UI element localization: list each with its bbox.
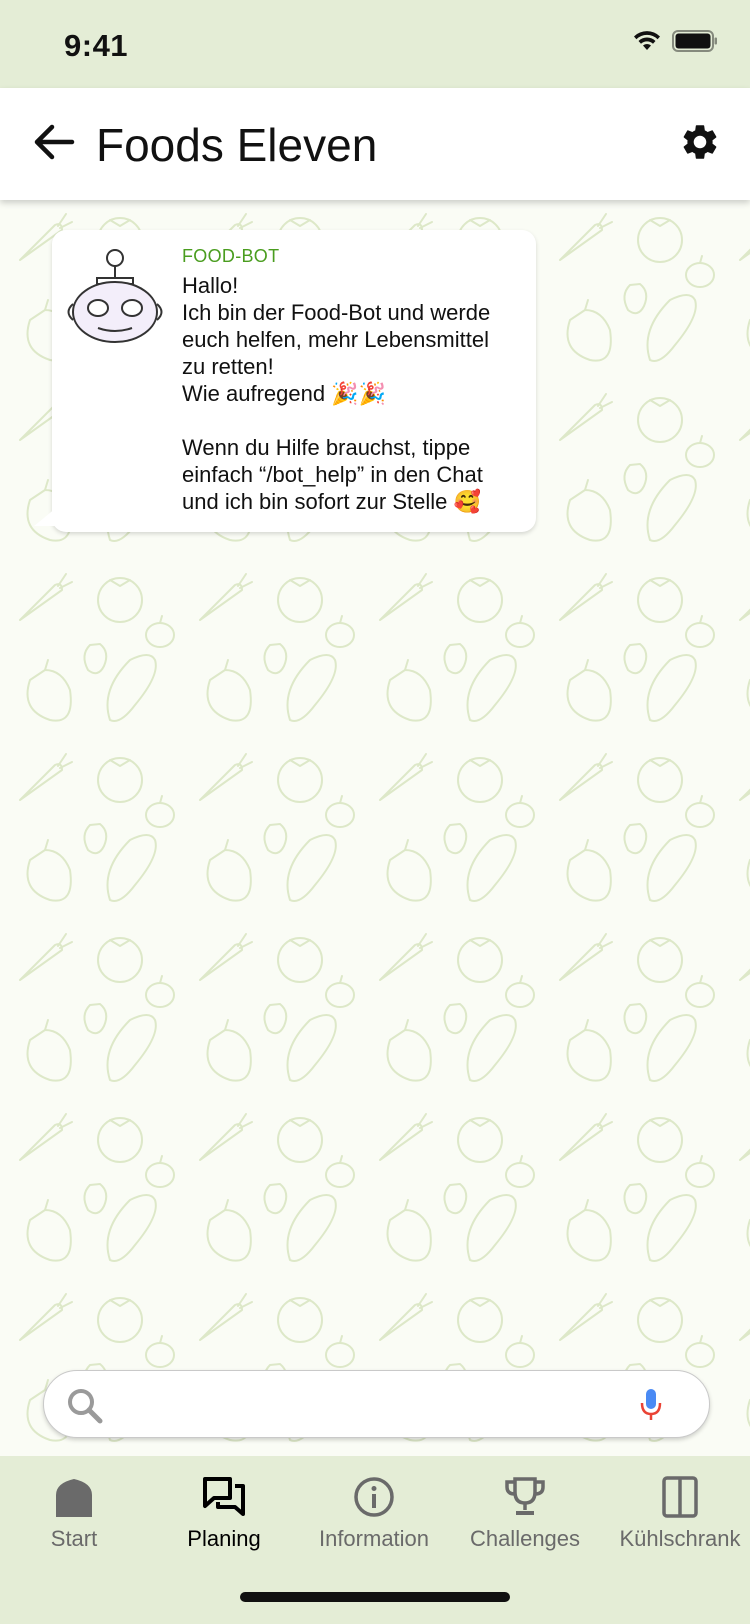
message-line: Wie aufregend 🎉🎉 [182, 381, 386, 406]
home-indicator[interactable] [240, 1592, 510, 1602]
message-input-bar[interactable] [43, 1370, 710, 1438]
nav-label: Kühlschrank [619, 1526, 741, 1551]
chat-area[interactable]: FOOD-BOT Hallo! Ich bin der Food-Bot und… [0, 200, 750, 1456]
bot-message: FOOD-BOT Hallo! Ich bin der Food-Bot und… [34, 230, 536, 532]
chat-icon [202, 1474, 246, 1520]
battery-icon [672, 30, 718, 57]
message-tail [34, 508, 56, 526]
message-sender: FOOD-BOT [182, 246, 280, 266]
status-bar: 9:41 [0, 0, 750, 88]
message-text: Hallo! Ich bin der Food-Bot und werde eu… [182, 272, 522, 515]
nav-item-challenges[interactable]: Challenges [460, 1456, 590, 1556]
trophy-icon [503, 1474, 547, 1520]
message-line: Wenn du Hilfe brauchst, tippe [182, 435, 471, 460]
status-time: 9:41 [64, 28, 129, 63]
settings-button[interactable] [674, 118, 726, 170]
gear-icon [679, 121, 721, 168]
message-line: euch helfen, mehr Lebensmittel [182, 327, 489, 352]
microphone-icon[interactable] [639, 1387, 663, 1428]
message-line: zu retten! [182, 354, 274, 379]
home-icon [54, 1474, 94, 1520]
nav-label: Challenges [469, 1526, 581, 1551]
nav-item-kuehlschrank[interactable]: Kühlschrank [612, 1456, 748, 1556]
nav-item-information[interactable]: Information [304, 1456, 444, 1556]
search-icon [66, 1387, 104, 1430]
home-indicator-area [0, 1556, 750, 1624]
nav-label: Planing [187, 1526, 261, 1551]
nav-item-planing[interactable]: Planing [164, 1456, 284, 1556]
message-line-blank [182, 407, 522, 434]
message-input[interactable] [116, 1385, 636, 1425]
arrow-left-icon [32, 122, 76, 167]
fridge-icon [662, 1474, 698, 1520]
app-bar: Foods Eleven [0, 88, 750, 200]
nav-label: Information [318, 1526, 430, 1551]
nav-label: Start [50, 1526, 98, 1551]
back-button[interactable] [24, 114, 84, 174]
status-icons [632, 30, 718, 57]
nav-item-start[interactable]: Start [14, 1456, 134, 1556]
message-line: Hallo! [182, 273, 239, 298]
wifi-icon [632, 30, 662, 57]
bottom-navigation: Start Planing Information Challenges Küh… [0, 1456, 750, 1556]
message-line: und ich bin sofort zur Stelle 🥰 [182, 489, 481, 514]
message-line: Ich bin der Food-Bot und werde [182, 300, 491, 325]
message-line: einfach “/bot_help” in den Chat [182, 462, 483, 487]
info-icon [353, 1474, 395, 1520]
robot-avatar-icon [62, 248, 168, 344]
page-title: Foods Eleven [96, 119, 378, 171]
